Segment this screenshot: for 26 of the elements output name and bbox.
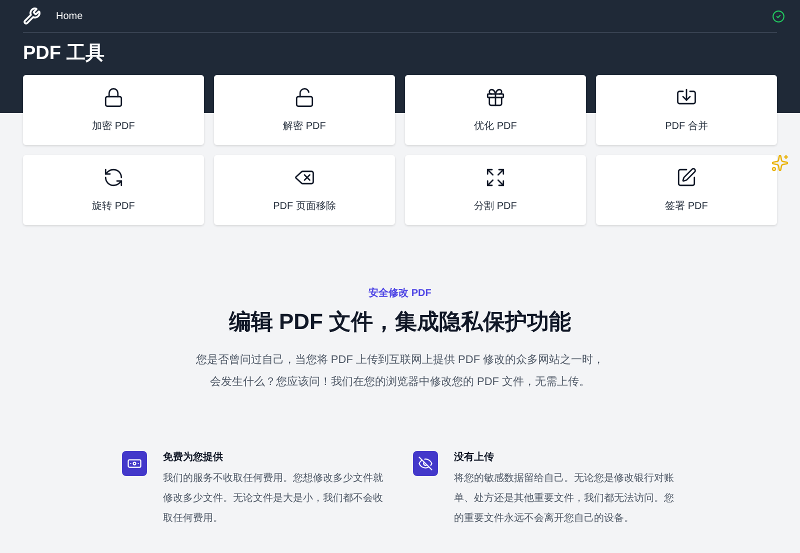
tool-card[interactable]: PDF 合并 — [596, 75, 777, 145]
expand-arrows-icon — [485, 167, 506, 188]
banknote-icon — [127, 456, 142, 471]
section-description: 您是否曾问过自己，当您将 PDF 上传到互联网上提供 PDF 修改的众多网站之一时， 会发生什么？您应该问！我们在您的浏览器中修改您的 PDF 文件，无需上传。 — [196, 352, 604, 390]
feature-title: 没有上传 — [454, 451, 495, 465]
gift-icon — [485, 87, 506, 108]
home-link[interactable]: Home — [56, 8, 83, 24]
rotate-icon — [103, 167, 124, 188]
unlock-icon — [294, 87, 315, 108]
tool-card[interactable]: 签署 PDF — [596, 155, 777, 225]
tools-logo-icon[interactable] — [23, 7, 41, 25]
feature-description: 将您的敏感数据留给自己。无论您是修改银行对账单、处方还是其他重要文件，我们都无法访问。您的重要文件永远不会离开您自己的设备。 — [454, 472, 675, 526]
section-heading: 编辑 PDF 文件，集成隐私保护功能 — [228, 308, 572, 336]
eye-off-icon — [418, 456, 433, 471]
tool-card[interactable]: 解密 PDF — [214, 75, 395, 145]
feature-description: 我们的服务不收取任何费用。您想修改多少文件就修改多少文件。无论文件是大是小，我们都不会收取任何费用。 — [163, 472, 384, 526]
tool-card[interactable]: PDF 页面移除 — [214, 155, 395, 225]
page-title: PDF 工具 — [23, 42, 106, 66]
lock-icon — [103, 87, 124, 108]
tool-card[interactable]: 加密 PDF — [23, 75, 204, 145]
feature-title: 免费为您提供 — [163, 451, 224, 465]
tool-card[interactable]: 分割 PDF — [405, 155, 586, 225]
section-eyebrow: 安全修改 PDF — [368, 286, 432, 301]
pen-square-icon — [676, 167, 697, 188]
tool-card[interactable]: 优化 PDF — [405, 75, 586, 145]
tool-card[interactable]: 旋转 PDF — [23, 155, 204, 225]
